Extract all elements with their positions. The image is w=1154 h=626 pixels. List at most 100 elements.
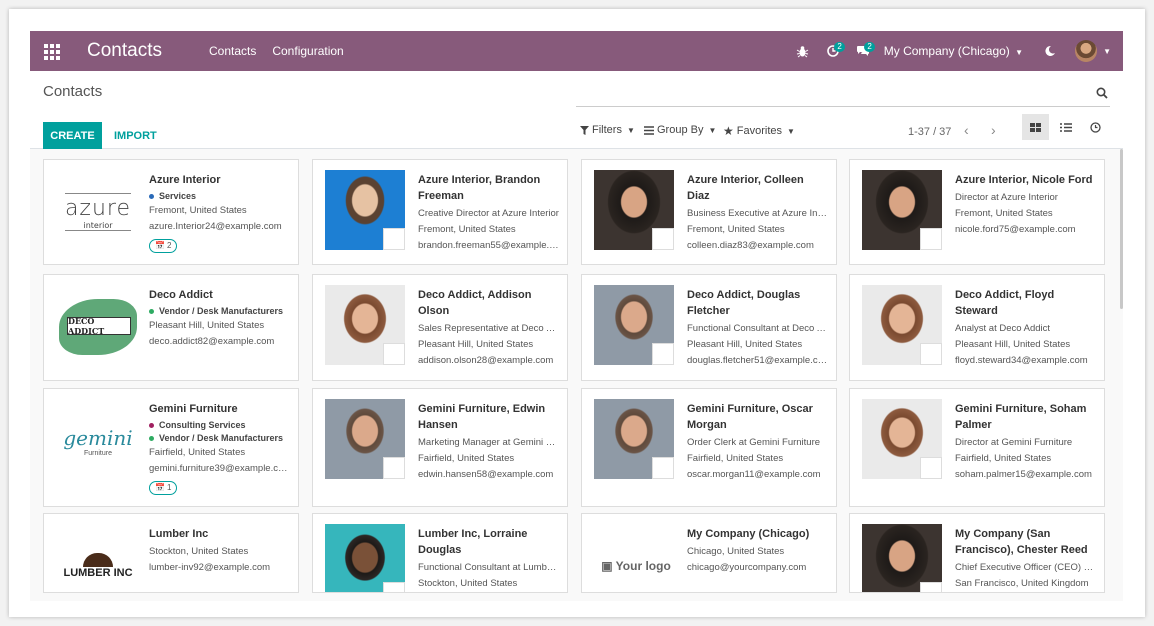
company-mini-logo [383,343,405,365]
contact-name: Deco Addict, Douglas Fletcher [687,289,801,317]
favorites-dropdown[interactable]: ★ Favorites ▼ [723,124,795,138]
dark-mode-moon-icon[interactable] [1035,31,1065,71]
caret-down-icon: ▼ [626,125,635,135]
contact-name: My Company (San Francisco), Chester Reed [955,528,1088,556]
contact-detail: Analyst at Deco Addict [955,323,1051,334]
contact-name: Gemini Furniture, Oscar Morgan [687,403,813,431]
contact-photo [862,170,942,250]
company-mini-logo [920,343,942,365]
search-icon[interactable] [1096,87,1108,102]
contact-detail: Business Executive at Azure Interior [687,208,828,219]
contact-card[interactable]: LUMBER INC Lumber Inc Stockton, United Sta… [43,513,299,593]
contact-info: Lumber Inc Stockton, United States lumber-… [149,526,290,576]
contact-detail: Pleasant Hill, United States [418,339,534,350]
contact-card[interactable]: My Company (San Francisco), Chester Reed… [849,513,1105,593]
search-input[interactable] [576,99,1110,107]
contact-detail: Fremont, United States [955,208,1053,219]
company-logo: azure interior [56,172,140,252]
contact-detail: gemini.furniture39@example.com [149,463,290,474]
meetings-chip[interactable]: 📅 1 [149,480,178,495]
calendar-icon: 📅 [155,483,165,492]
messages-icon[interactable]: 2 [848,31,878,71]
activity-badge: 2 [834,42,845,52]
filters-dropdown[interactable]: Filters ▼ [580,124,635,136]
kanban-scrollbar[interactable] [1120,149,1123,309]
company-mini-logo [383,457,405,479]
contact-detail: Fairfield, United States [149,447,246,458]
contact-detail: azure.Interior24@example.com [149,221,282,232]
contact-card[interactable]: Azure Interior, Colleen Diaz Business Exe… [581,159,837,265]
category-tag: Vendor / Desk Manufacturers [149,432,290,445]
kanban-view: azure interior Azure Interior Services Fremo… [30,149,1123,601]
contact-detail: oscar.morgan11@example.com [687,469,821,480]
create-button[interactable]: CREATE [43,122,102,149]
category-tag: Vendor / Desk Manufacturers [149,305,290,318]
contact-detail: lumber-inv92@example.com [149,562,271,573]
contact-card[interactable]: Gemini Furniture, Edwin Hansen Marketing … [312,388,568,507]
contact-card[interactable]: Azure Interior, Nicole Ford Director at A… [849,159,1105,265]
contact-card[interactable]: Gemini Furniture, Soham Palmer Director a… [849,388,1105,507]
contact-card[interactable]: ▣ Your logo My Company (Chicago) Chicago, … [581,513,837,593]
contact-card[interactable]: gemini Furniture Gemini Furniture Consultin… [43,388,299,507]
navbar-systray: 2 2 My Company (Chicago) ▼ ▼ [788,31,1123,71]
contact-info: Azure Interior, Nicole Ford Director at A… [955,172,1096,238]
odoo-app: Contacts Contacts Configuration 2 2 My C… [30,31,1123,601]
contact-detail: chicago@yourcompany.com [687,562,807,573]
contact-name: Azure Interior, Colleen Diaz [687,174,804,202]
kanban-view-icon[interactable] [1022,114,1049,140]
contact-card[interactable]: Deco Addict, Floyd Steward Analyst at Dec… [849,274,1105,381]
activity-view-clock-icon[interactable] [1082,114,1109,140]
contact-detail: Fremont, United States [418,224,516,235]
contact-card[interactable]: Gemini Furniture, Oscar Morgan Order Cler… [581,388,837,507]
contact-card[interactable]: Lumber Inc, Lorraine Douglas Functional C… [312,513,568,593]
category-tag: Consulting Services [149,419,290,432]
apps-menu-icon[interactable] [30,31,74,71]
contact-info: Azure Interior Services Fremont, United St… [149,172,290,253]
contact-info: My Company (San Francisco), Chester Reed… [955,526,1096,592]
company-switcher[interactable]: My Company (Chicago) ▼ [884,44,1023,58]
contact-detail: floyd.steward34@example.com [955,355,1088,366]
contact-info: Deco Addict, Floyd Steward Analyst at Dec… [955,287,1096,369]
company-mini-logo [652,343,674,365]
user-avatar [1075,40,1098,62]
company-logo: LUMBER INC [56,526,140,592]
calendar-icon: 📅 [155,241,165,250]
contact-photo [862,399,942,479]
company-mini-logo [383,228,405,250]
pager-previous-icon[interactable]: ‹ [964,122,969,138]
chevron-down-icon: ▼ [1103,46,1111,56]
groupby-dropdown[interactable]: Group By ▼ [644,124,716,136]
contact-name: Lumber Inc, Lorraine Douglas [418,528,528,556]
contact-detail: Stockton, United States [149,546,249,557]
activity-clock-icon[interactable]: 2 [818,31,848,71]
contact-card[interactable]: Deco Addict, Addison Olson Sales Represen… [312,274,568,381]
contact-info: Deco Addict, Douglas Fletcher Functional … [687,287,828,369]
menu-contacts[interactable]: Contacts [209,44,256,58]
company-logo: gemini Furniture [63,425,133,457]
pager-value[interactable]: 1-37 / 37 [908,126,951,138]
meetings-chip[interactable]: 📅 2 [149,238,178,253]
contact-card[interactable]: Azure Interior, Brandon Freeman Creative … [312,159,568,265]
contact-card[interactable]: DECO ADDICT Deco Addict Vendor / Desk Manu… [43,274,299,381]
bug-icon[interactable] [788,31,818,71]
contact-card[interactable]: azure interior Azure Interior Services Fremo… [43,159,299,265]
contact-detail: Fairfield, United States [687,453,784,464]
contact-name: My Company (Chicago) [687,528,810,540]
menu-configuration[interactable]: Configuration [272,44,343,58]
contact-detail: San Francisco, United Kingdom [955,578,1089,589]
contact-detail: Sales Representative at Deco Addict [418,323,559,334]
screenshot-frame: Contacts Contacts Configuration 2 2 My C… [9,9,1145,617]
pager-next-icon[interactable]: › [991,122,996,138]
import-button[interactable]: IMPORT [114,122,157,149]
contact-name: Gemini Furniture, Edwin Hansen [418,403,546,431]
user-menu[interactable]: ▼ [1075,40,1111,62]
contact-detail: douglas.fletcher51@example.com [687,355,828,366]
company-logo: DECO ADDICT [56,287,140,367]
contact-detail: brandon.freeman55@example.com [418,240,559,251]
list-view-icon[interactable] [1052,114,1079,140]
messages-badge: 2 [864,42,875,52]
contact-photo [862,524,942,592]
contact-card[interactable]: Deco Addict, Douglas Fletcher Functional … [581,274,837,381]
contact-photo [325,170,405,250]
contact-photo [325,399,405,479]
